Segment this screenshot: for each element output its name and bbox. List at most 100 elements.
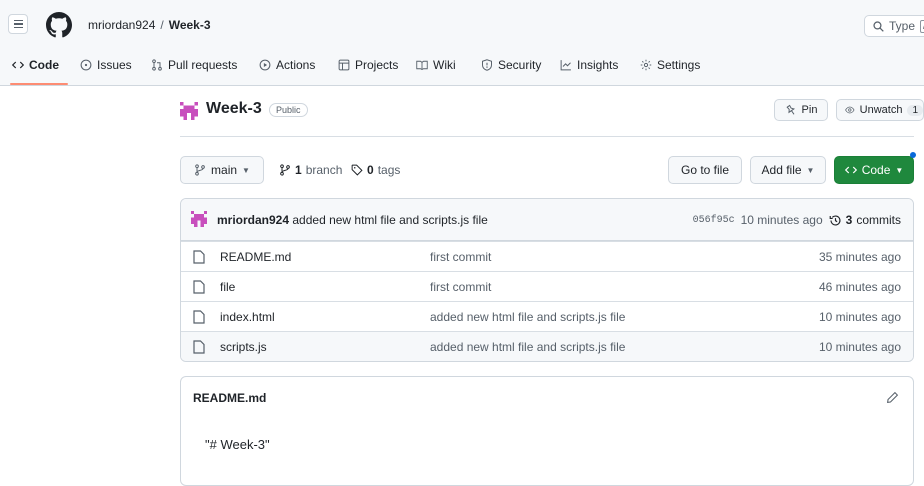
breadcrumb: mriordan924 / Week-3 [88, 18, 211, 32]
code-icon [844, 166, 857, 174]
search-input[interactable]: Type / [864, 15, 924, 37]
tab-settings-label: Settings [657, 58, 701, 72]
table-row[interactable]: README.md first commit 35 minutes ago [181, 241, 913, 271]
file-name[interactable]: index.html [220, 310, 275, 324]
chevron-down-icon: ▼ [242, 165, 250, 175]
notification-dot [910, 152, 916, 158]
shield-icon [482, 59, 492, 71]
latest-commit-bar: mriordan924 added new html file and scri… [181, 199, 913, 241]
add-file-button[interactable]: Add file ▼ [750, 156, 826, 184]
tab-code-label: Code [29, 58, 59, 72]
tab-actions-label: Actions [276, 58, 316, 72]
book-icon [416, 60, 428, 71]
branch-selector[interactable]: main ▼ [180, 156, 264, 184]
commits-link[interactable]: 3 commits [829, 213, 901, 227]
pencil-icon[interactable] [886, 391, 899, 404]
file-commit-message[interactable]: first commit [430, 280, 491, 294]
readme-content: "# Week-3" [205, 437, 270, 452]
tags-link[interactable]: 0 tags [351, 163, 400, 177]
unwatch-label: Unwatch [859, 104, 903, 116]
file-icon [193, 250, 205, 264]
chevron-down-icon: ▼ [895, 165, 904, 175]
unwatch-button[interactable]: Unwatch 1 [836, 99, 924, 121]
tab-insights[interactable]: Insights [560, 58, 618, 72]
owner-link[interactable]: mriordan924 [88, 18, 155, 32]
file-icon [193, 310, 205, 324]
search-icon [873, 20, 884, 32]
pin-button[interactable]: Pin [774, 99, 828, 121]
repo-title[interactable]: Week-3 [206, 100, 262, 118]
file-commit-message[interactable]: added new html file and scripts.js file [430, 310, 625, 324]
tab-issues-label: Issues [97, 58, 132, 72]
branch-count: 1 [295, 163, 302, 177]
readme-panel: README.md "# Week-3" [180, 376, 914, 486]
search-shortcut: / [920, 19, 924, 33]
github-logo-icon[interactable] [46, 12, 72, 38]
commit-author[interactable]: mriordan924 [217, 213, 289, 227]
tab-projects[interactable]: Projects [338, 58, 398, 72]
pin-label: Pin [801, 104, 818, 116]
tab-wiki[interactable]: Wiki [416, 58, 456, 72]
graph-icon [560, 60, 571, 71]
avatar[interactable] [191, 211, 207, 227]
pin-icon [786, 104, 795, 115]
table-row[interactable]: index.html added new html file and scrip… [181, 301, 913, 331]
readme-title[interactable]: README.md [193, 391, 266, 405]
top-header: mriordan924 / Week-3 Type / [0, 0, 924, 48]
tab-issues[interactable]: Issues [80, 58, 132, 72]
file-age: 10 minutes ago [818, 310, 901, 324]
file-listing: mriordan924 added new html file and scri… [180, 198, 914, 362]
code-label: Code [861, 163, 891, 177]
eye-icon [845, 106, 855, 114]
menu-icon[interactable] [8, 14, 28, 34]
commit-message: mriordan924 added new html file and scri… [217, 213, 488, 227]
add-file-label: Add file [761, 163, 802, 177]
file-commit-message[interactable]: added new html file and scripts.js file [430, 340, 625, 354]
tab-security[interactable]: Security [481, 58, 541, 72]
file-age: 10 minutes ago [818, 340, 901, 354]
tab-security-label: Security [498, 58, 542, 72]
tag-word: tags [377, 163, 401, 177]
tab-settings[interactable]: Settings [640, 58, 700, 72]
file-commit-message[interactable]: first commit [430, 250, 491, 264]
branches-link[interactable]: 1 branch [279, 163, 342, 177]
tab-actions[interactable]: Actions [259, 58, 315, 72]
commit-time: 10 minutes ago [740, 213, 823, 227]
tab-pull-requests[interactable]: Pull requests [151, 58, 237, 72]
visibility-badge: Public [269, 103, 308, 117]
tab-wiki-label: Wiki [433, 58, 456, 72]
commit-text[interactable]: added new html file and scripts.js file [292, 213, 487, 227]
repo-tabs: Code Issues Pull requests Actions Projec… [0, 48, 924, 86]
tab-insights-label: Insights [577, 58, 619, 72]
active-tab-indicator [10, 83, 68, 85]
tab-code[interactable]: Code [12, 58, 59, 72]
commit-meta: 056f95c 10 minutes ago 3 commits [693, 213, 901, 227]
file-age: 46 minutes ago [818, 280, 901, 294]
file-name[interactable]: file [220, 280, 235, 294]
commit-count-word: commits [856, 213, 901, 227]
file-icon [193, 280, 205, 294]
branch-count-icon [280, 164, 290, 176]
code-button[interactable]: Code ▼ [834, 156, 914, 184]
tab-projects-label: Projects [355, 58, 399, 72]
tag-count: 0 [367, 163, 374, 177]
issue-icon [80, 59, 92, 71]
code-icon [12, 61, 24, 69]
breadcrumb-separator: / [160, 18, 164, 32]
repo-link[interactable]: Week-3 [169, 18, 211, 32]
file-icon [193, 340, 205, 354]
file-name[interactable]: scripts.js [220, 340, 267, 354]
gear-icon [640, 59, 652, 71]
file-name[interactable]: README.md [220, 250, 291, 264]
branch-word: branch [305, 163, 343, 177]
go-to-file-button[interactable]: Go to file [668, 156, 742, 184]
commit-count: 3 [845, 213, 853, 227]
table-row[interactable]: file first commit 46 minutes ago [181, 271, 913, 301]
table-row[interactable]: scripts.js added new html file and scrip… [181, 331, 913, 361]
branch-icon [195, 164, 205, 176]
tab-pull-requests-label: Pull requests [168, 58, 238, 72]
branch-name: main [211, 163, 238, 177]
title-divider [180, 136, 914, 137]
pull-request-icon [152, 59, 162, 71]
commit-sha[interactable]: 056f95c [693, 215, 735, 226]
